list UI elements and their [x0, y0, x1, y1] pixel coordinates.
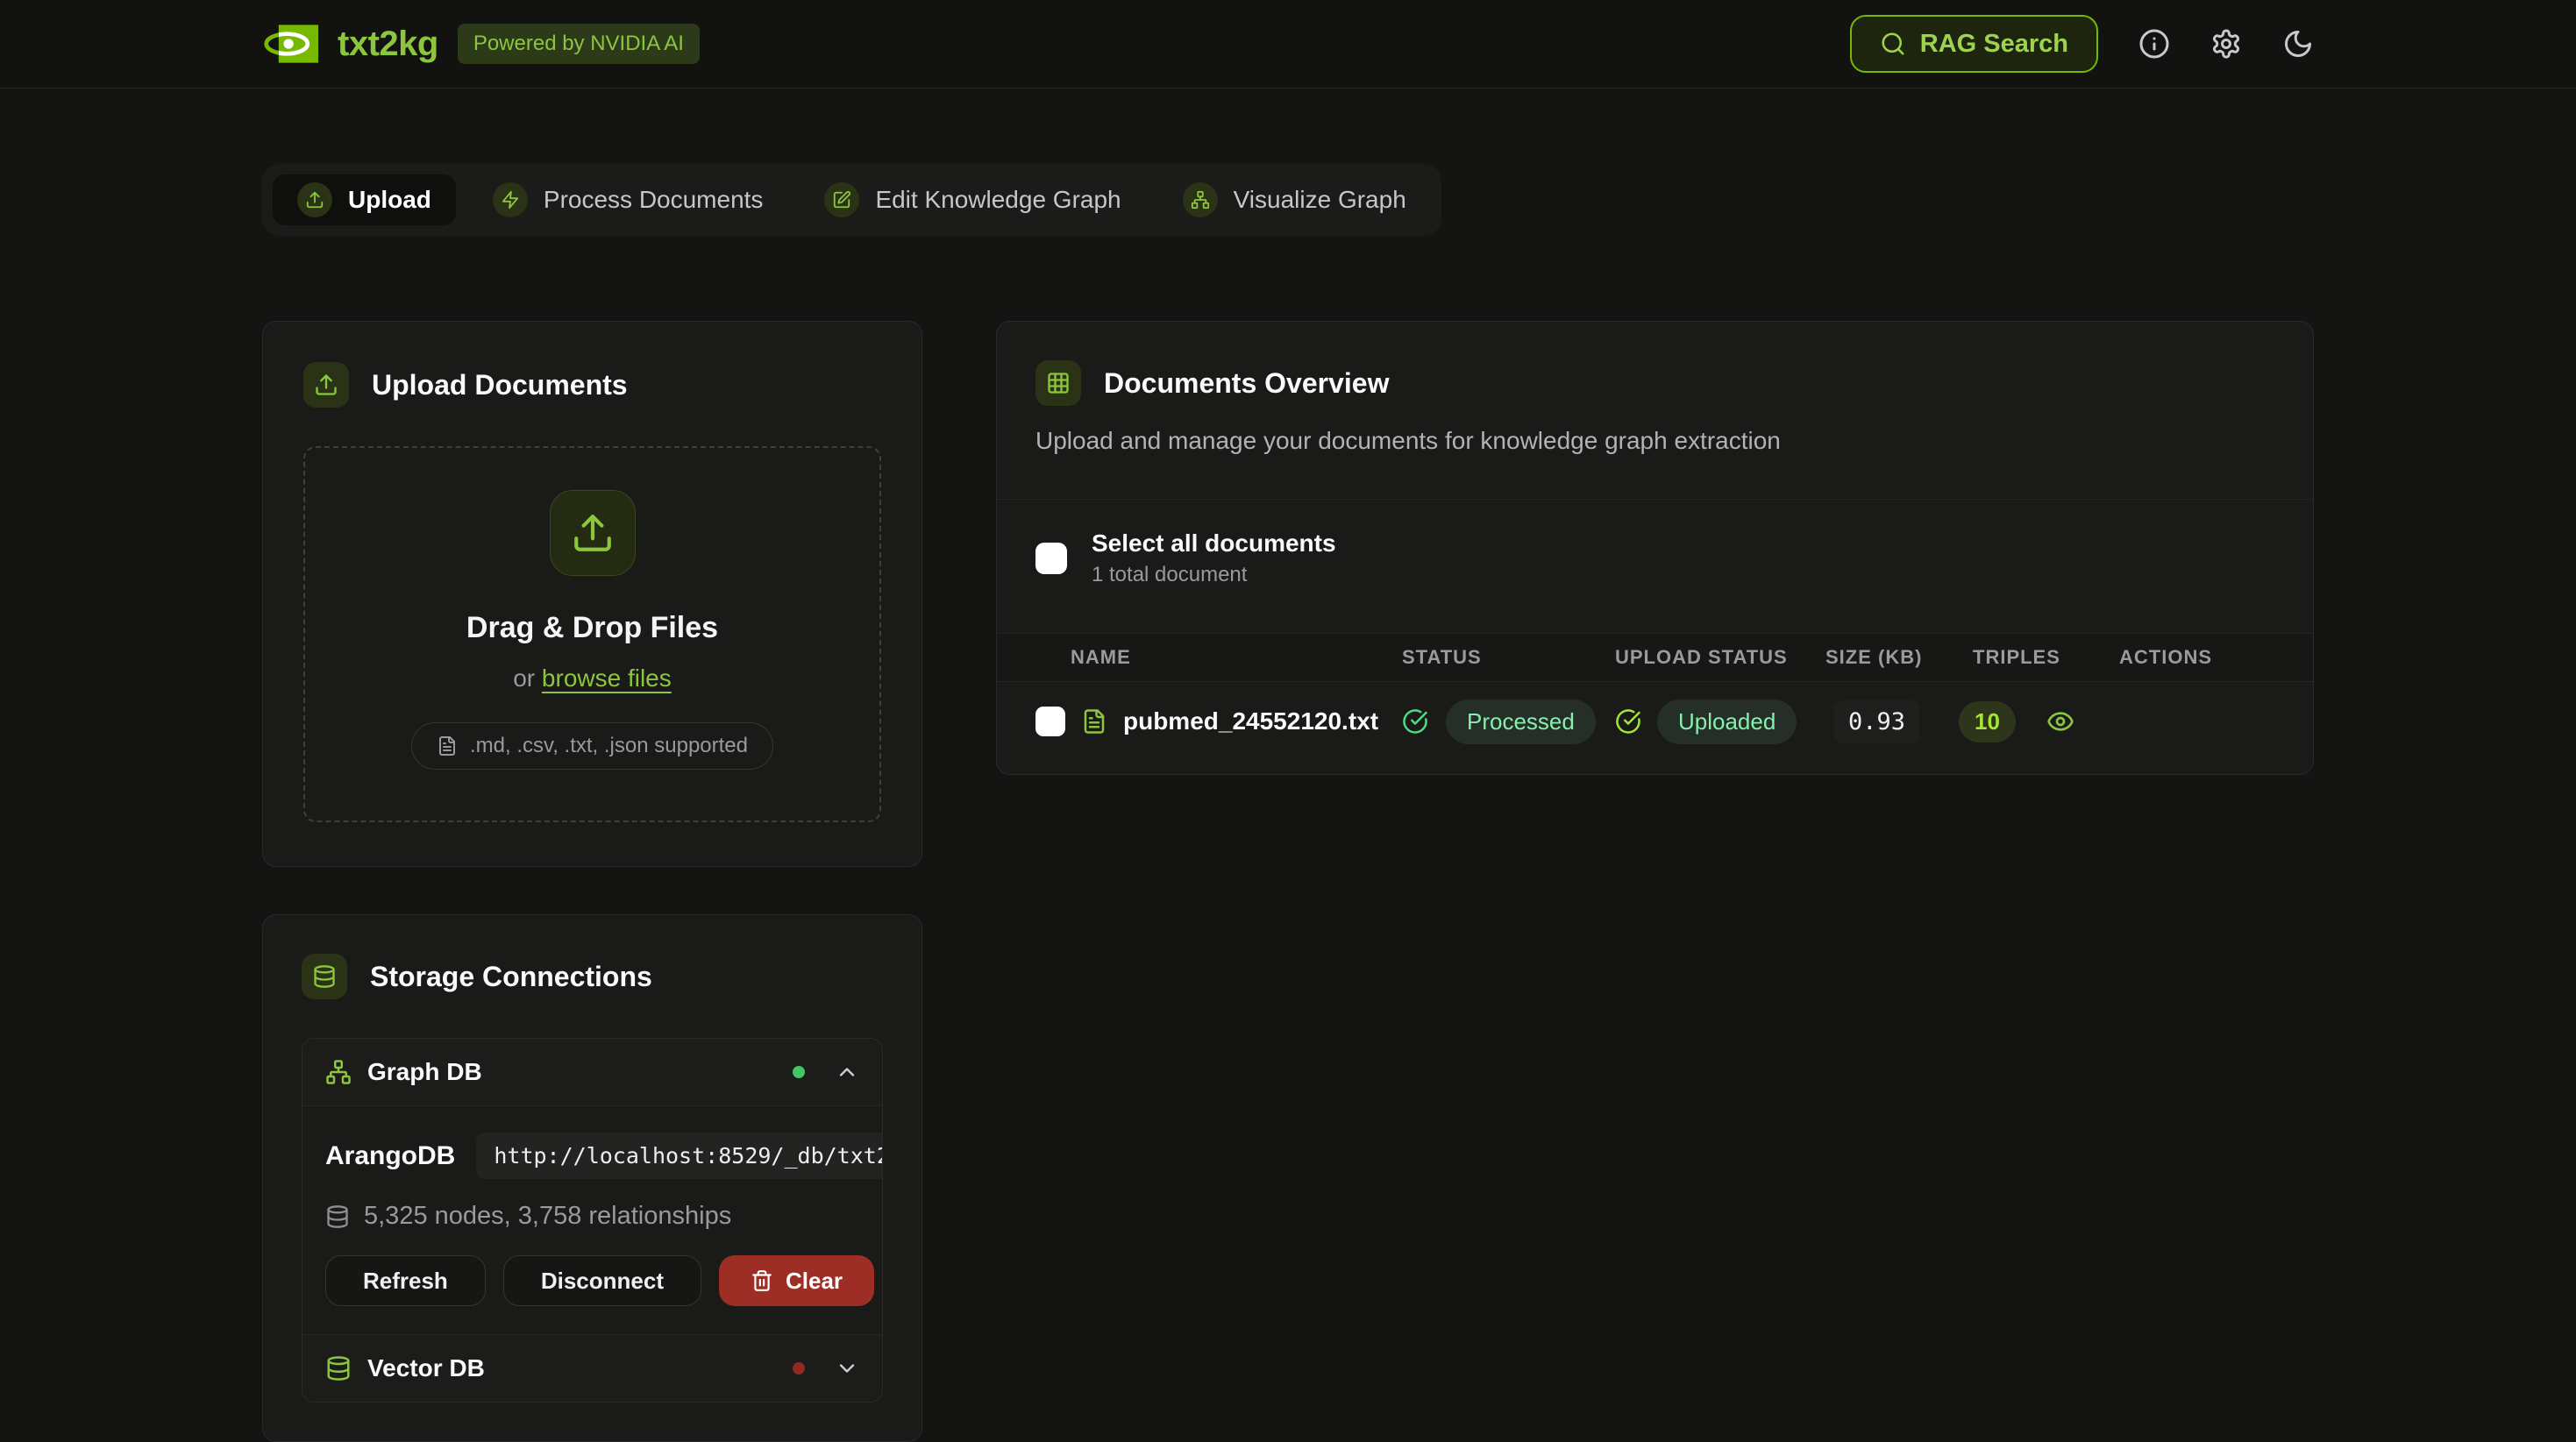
header-actions: RAG Search [1850, 15, 2314, 73]
upload-icon [550, 490, 636, 576]
status-badge: Processed [1446, 700, 1596, 744]
check-circle-icon [1402, 708, 1428, 735]
table-row: pubmed_24552120.txt Processed Uploaded [997, 682, 2313, 761]
storage-panel: Graph DB ArangoDB http:/ [302, 1038, 883, 1403]
zap-icon [493, 182, 528, 217]
graph-db-body: ArangoDB http://localhost:8529/_db/txt2k… [302, 1105, 882, 1334]
disconnected-status-dot [793, 1362, 805, 1375]
tab-visualize-graph[interactable]: Visualize Graph [1158, 174, 1431, 225]
tab-edit-knowledge-graph[interactable]: Edit Knowledge Graph [800, 174, 1145, 225]
chevron-up-icon[interactable] [835, 1060, 859, 1084]
app-header: txt2kg Powered by NVIDIA AI RAG Search [0, 0, 2576, 89]
edit-icon [824, 182, 859, 217]
chevron-down-icon[interactable] [835, 1356, 859, 1381]
upload-status-badge: Uploaded [1657, 700, 1797, 744]
gear-icon [2210, 28, 2242, 60]
document-name: pubmed_24552120.txt [1123, 707, 1378, 735]
eye-icon [2046, 707, 2074, 735]
tab-edit-label: Edit Knowledge Graph [875, 186, 1121, 214]
vector-db-header[interactable]: Vector DB [302, 1334, 882, 1402]
view-document-button[interactable] [2046, 707, 2074, 735]
upload-icon [303, 362, 349, 408]
tab-upload-label: Upload [348, 186, 431, 214]
connection-url: http://localhost:8529/_db/txt2kg [476, 1133, 883, 1179]
documents-overview-card: Documents Overview Upload and manage you… [996, 321, 2314, 775]
theme-toggle-button[interactable] [2282, 28, 2314, 60]
network-icon [325, 1059, 352, 1085]
provider-name: ArangoDB [325, 1141, 455, 1171]
supported-formats-label: .md, .csv, .txt, .json supported [470, 734, 748, 758]
documents-card-title: Documents Overview [1104, 367, 1389, 400]
database-icon [325, 1355, 352, 1382]
file-text-icon [1081, 708, 1107, 735]
dropzone-heading: Drag & Drop Files [466, 611, 718, 645]
column-name: NAME [997, 646, 1374, 669]
info-button[interactable] [2138, 28, 2170, 60]
documents-table-header: NAME STATUS UPLOAD STATUS SIZE (KB) TRIP… [997, 633, 2313, 682]
main-tabbar: Upload Process Documents Edit Knowledge … [262, 164, 1441, 236]
app-title: txt2kg [338, 25, 438, 64]
brand: txt2kg Powered by NVIDIA AI [262, 24, 700, 64]
column-status: STATUS [1374, 646, 1589, 669]
browse-files-link[interactable]: browse files [542, 664, 672, 692]
rag-search-button[interactable]: RAG Search [1850, 15, 2098, 73]
refresh-button[interactable]: Refresh [325, 1255, 486, 1306]
graph-stats-label: 5,325 nodes, 3,758 relationships [364, 1202, 731, 1231]
database-icon [325, 1204, 350, 1229]
triples-badge: 10 [1959, 701, 2016, 742]
storage-connections-card: Storage Connections Graph DB [262, 914, 922, 1442]
graph-db-header[interactable]: Graph DB [302, 1039, 882, 1105]
tab-upload[interactable]: Upload [273, 174, 456, 225]
network-icon [1183, 182, 1218, 217]
supported-formats-pill: .md, .csv, .txt, .json supported [411, 722, 773, 770]
upload-documents-card: Upload Documents Drag & Drop Files or br… [262, 321, 922, 867]
moon-icon [2282, 28, 2314, 60]
tab-visualize-label: Visualize Graph [1234, 186, 1406, 214]
tab-process-label: Process Documents [544, 186, 764, 214]
file-icon [437, 735, 458, 757]
row-checkbox[interactable] [1035, 707, 1065, 736]
tab-process-documents[interactable]: Process Documents [468, 174, 788, 225]
upload-icon [297, 182, 332, 217]
powered-by-badge: Powered by NVIDIA AI [458, 24, 700, 64]
storage-card-title: Storage Connections [370, 961, 652, 993]
disconnect-button[interactable]: Disconnect [503, 1255, 701, 1306]
select-all-checkbox[interactable] [1035, 543, 1067, 574]
column-triples: TRIPLES [1948, 646, 2045, 669]
upload-card-title: Upload Documents [372, 369, 628, 401]
file-dropzone[interactable]: Drag & Drop Files or browse files .md, .… [303, 446, 881, 822]
info-icon [2138, 28, 2170, 60]
table-icon [1035, 360, 1081, 406]
vector-db-label: Vector DB [367, 1354, 485, 1382]
clear-button[interactable]: Clear [719, 1255, 874, 1306]
check-circle-icon [1615, 708, 1641, 735]
column-actions: ACTIONS [2045, 646, 2313, 669]
select-all-row: Select all documents 1 total document [997, 499, 2313, 633]
connected-status-dot [793, 1066, 805, 1078]
total-documents-label: 1 total document [1092, 563, 1336, 587]
rag-search-label: RAG Search [1920, 30, 2068, 59]
documents-card-subtitle: Upload and manage your documents for kno… [1035, 427, 2274, 499]
or-text: or [513, 664, 542, 692]
select-all-label: Select all documents [1092, 529, 1336, 558]
settings-button[interactable] [2210, 28, 2242, 60]
trash-icon [751, 1269, 773, 1292]
database-icon [302, 954, 347, 999]
dropzone-or-line: or browse files [513, 664, 672, 693]
clear-button-label: Clear [786, 1268, 843, 1295]
search-icon [1880, 31, 1906, 57]
graph-stats-row: 5,325 nodes, 3,758 relationships [325, 1202, 859, 1231]
column-upload-status: UPLOAD STATUS [1589, 646, 1808, 669]
size-value: 0.93 [1834, 700, 1919, 743]
column-size: SIZE (KB) [1808, 646, 1948, 669]
graph-db-label: Graph DB [367, 1058, 482, 1086]
nvidia-logo-icon [262, 25, 318, 63]
